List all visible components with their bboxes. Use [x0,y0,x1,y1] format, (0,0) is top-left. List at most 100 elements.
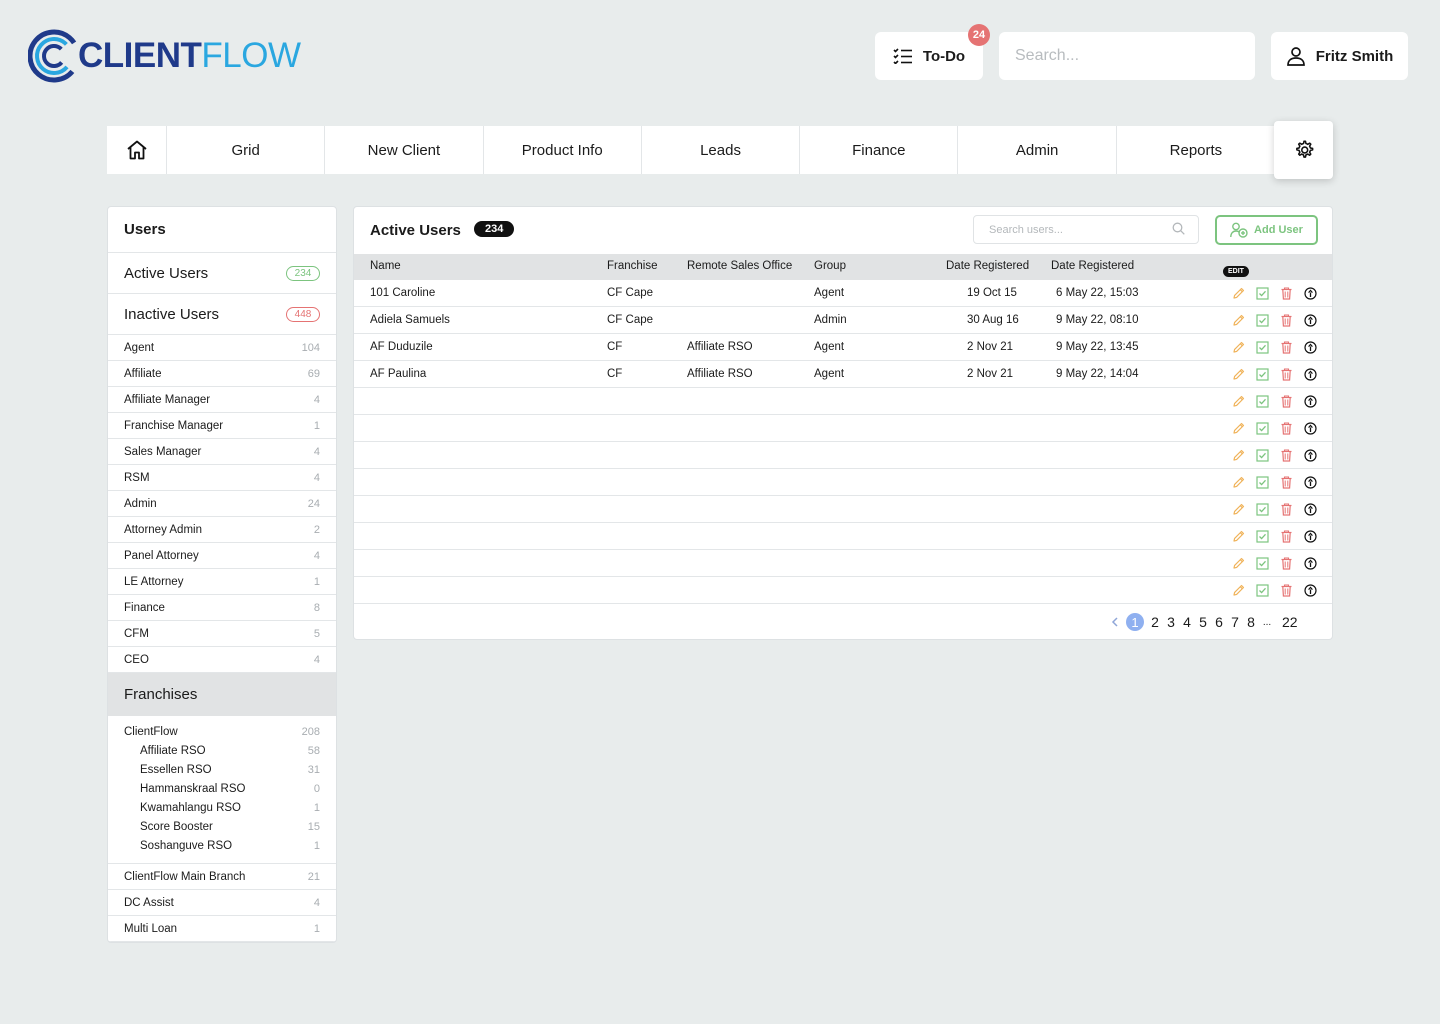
page-button[interactable]: 4 [1182,614,1192,630]
pencil-icon[interactable] [1231,583,1245,597]
page-button[interactable]: 3 [1166,614,1176,630]
approve-checkbox-icon[interactable] [1255,475,1269,489]
nav-home[interactable] [107,126,167,174]
trash-icon[interactable] [1279,502,1293,516]
trash-icon[interactable] [1279,448,1293,462]
pencil-icon[interactable] [1231,340,1245,354]
trash-icon[interactable] [1279,313,1293,327]
sidebar-item-franchise[interactable]: ClientFlow Main Branch 21 [108,864,336,890]
column-header-date-registered[interactable]: Date Registered [946,260,1029,272]
sidebar-item-active-users[interactable]: Active Users 234 [108,253,336,294]
pencil-icon[interactable] [1231,556,1245,570]
chevron-left-icon[interactable] [1110,616,1120,628]
table-row[interactable] [354,469,1332,496]
sidebar-item-franchise[interactable]: ClientFlow 208 [108,722,336,741]
info-icon[interactable] [1303,529,1317,543]
approve-checkbox-icon[interactable] [1255,286,1269,300]
page-button[interactable]: 6 [1214,614,1224,630]
sidebar-item-role[interactable]: RSM 4 [108,465,336,491]
pencil-icon[interactable] [1231,421,1245,435]
nav-reports[interactable]: Reports [1117,126,1275,174]
column-header-remote-sales-office[interactable]: Remote Sales Office [687,260,792,272]
table-row[interactable] [354,388,1332,415]
page-button-active[interactable]: 1 [1126,613,1144,631]
trash-icon[interactable] [1279,421,1293,435]
trash-icon[interactable] [1279,286,1293,300]
user-search-input[interactable] [973,215,1199,244]
pencil-icon[interactable] [1231,286,1245,300]
sidebar-item-role[interactable]: LE Attorney 1 [108,569,336,595]
page-button[interactable]: 2 [1150,614,1160,630]
search-icon[interactable] [1172,222,1185,235]
sidebar-item-role[interactable]: CFM 5 [108,621,336,647]
table-row[interactable]: 101 Caroline CF Cape Agent 19 Oct 15 6 May 2… [354,280,1332,307]
pencil-icon[interactable] [1231,529,1245,543]
column-header-date-registered-2[interactable]: Date Registered [1051,260,1134,272]
nav-leads[interactable]: Leads [642,126,801,174]
trash-icon[interactable] [1279,556,1293,570]
sidebar-item-role[interactable]: Sales Manager 4 [108,439,336,465]
approve-checkbox-icon[interactable] [1255,502,1269,516]
nav-grid[interactable]: Grid [167,126,326,174]
info-icon[interactable] [1303,556,1317,570]
trash-icon[interactable] [1279,583,1293,597]
table-row[interactable] [354,523,1332,550]
sidebar-item-inactive-users[interactable]: Inactive Users 448 [108,294,336,335]
trash-icon[interactable] [1279,394,1293,408]
approve-checkbox-icon[interactable] [1255,367,1269,381]
sidebar-item-sub-franchise[interactable]: Affiliate RSO 58 [108,741,336,760]
info-icon[interactable] [1303,313,1317,327]
info-icon[interactable] [1303,448,1317,462]
trash-icon[interactable] [1279,367,1293,381]
pencil-icon[interactable] [1231,394,1245,408]
pencil-icon[interactable] [1231,475,1245,489]
info-icon[interactable] [1303,421,1317,435]
column-header-name[interactable]: Name [370,260,401,272]
table-row[interactable]: Adiela Samuels CF Cape Admin 30 Aug 16 9 May… [354,307,1332,334]
nav-product-info[interactable]: Product Info [484,126,642,174]
pencil-icon[interactable] [1231,502,1245,516]
page-button[interactable]: 8 [1246,614,1256,630]
sidebar-item-sub-franchise[interactable]: Hammanskraal RSO 0 [108,779,336,798]
page-button[interactable]: 7 [1230,614,1240,630]
sidebar-item-sub-franchise[interactable]: Essellen RSO 31 [108,760,336,779]
trash-icon[interactable] [1279,475,1293,489]
sidebar-item-role[interactable]: Panel Attorney 4 [108,543,336,569]
approve-checkbox-icon[interactable] [1255,583,1269,597]
add-user-button[interactable]: Add User [1215,215,1318,245]
sidebar-item-role[interactable]: Franchise Manager 1 [108,413,336,439]
pencil-icon[interactable] [1231,448,1245,462]
table-row[interactable] [354,442,1332,469]
todo-button[interactable]: To-Do [875,32,983,80]
sidebar-item-sub-franchise[interactable]: Score Booster 15 [108,817,336,836]
clientflow-logo[interactable]: CLIENTFLOW [28,28,301,84]
table-row[interactable] [354,550,1332,577]
sidebar-item-franchise[interactable]: DC Assist 4 [108,890,336,916]
info-icon[interactable] [1303,367,1317,381]
sidebar-item-role[interactable]: CEO 4 [108,647,336,673]
table-row[interactable] [354,415,1332,442]
pencil-icon[interactable] [1231,367,1245,381]
approve-checkbox-icon[interactable] [1255,421,1269,435]
sidebar-item-role[interactable]: Affiliate Manager 4 [108,387,336,413]
settings-button[interactable] [1274,121,1333,179]
sidebar-item-role[interactable]: Admin 24 [108,491,336,517]
approve-checkbox-icon[interactable] [1255,448,1269,462]
sidebar-item-franchise[interactable]: Multi Loan 1 [108,916,336,942]
info-icon[interactable] [1303,286,1317,300]
info-icon[interactable] [1303,394,1317,408]
approve-checkbox-icon[interactable] [1255,394,1269,408]
nav-admin[interactable]: Admin [958,126,1117,174]
table-row[interactable] [354,577,1332,604]
approve-checkbox-icon[interactable] [1255,340,1269,354]
sidebar-item-sub-franchise[interactable]: Kwamahlangu RSO 1 [108,798,336,817]
table-row[interactable]: AF Paulina CF Affiliate RSO Agent 2 Nov 21 9 … [354,361,1332,388]
global-search-input[interactable] [999,32,1255,80]
table-row[interactable]: AF Duduzile CF Affiliate RSO Agent 2 Nov 21 9… [354,334,1332,361]
trash-icon[interactable] [1279,529,1293,543]
info-icon[interactable] [1303,475,1317,489]
page-button-last[interactable]: 22 [1282,614,1298,630]
sidebar-item-role[interactable]: Attorney Admin 2 [108,517,336,543]
pencil-icon[interactable] [1231,313,1245,327]
sidebar-item-role[interactable]: Affiliate 69 [108,361,336,387]
